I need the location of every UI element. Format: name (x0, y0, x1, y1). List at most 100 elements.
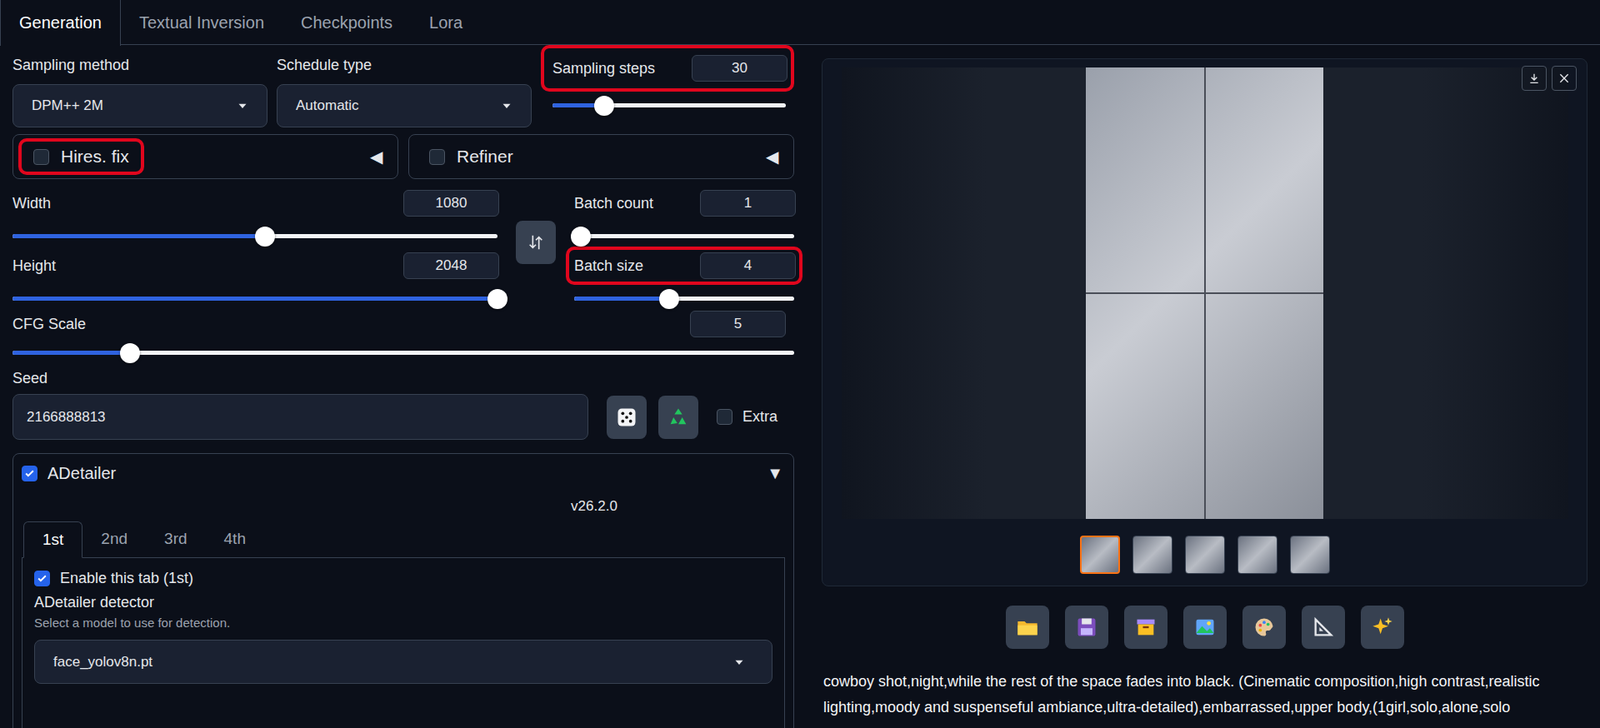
accordion-row: Hires. fix◀Refiner◀ (12, 134, 795, 180)
label: Height (12, 257, 56, 275)
tab-label: 2nd (100, 530, 128, 548)
number-field[interactable]: 5 (690, 310, 786, 338)
save-button[interactable] (1065, 605, 1109, 650)
generation-info: cowboy shot,night,while the rest of the … (821, 669, 1588, 721)
slider-thumb[interactable] (255, 226, 275, 247)
main: Sampling methodDPM++ 2M Schedule type Auto… (0, 45, 1600, 728)
tab[interactable]: Checkpoints (282, 0, 411, 45)
slider-track[interactable] (12, 234, 498, 239)
number-field[interactable]: 1080 (403, 190, 500, 217)
reuse-seed-button[interactable] (658, 395, 699, 440)
checkbox[interactable] (34, 570, 50, 587)
detector-dropdown[interactable]: face_yolov8n.pt (34, 640, 773, 685)
zip-button[interactable] (1124, 605, 1168, 650)
tab-label: Checkpoints (300, 13, 393, 33)
label: Sampling steps (552, 60, 655, 78)
tab-bar: GenerationTextual Inversion Checkpoints Lo… (0, 0, 1600, 45)
extra-toggle[interactable]: Extra (716, 408, 778, 426)
enable-row[interactable]: Enable this tab (1st) (34, 570, 773, 588)
highlight-box: Batch size 4 (565, 246, 803, 285)
output-panel: cowboy shot,night,while the rest of the … (821, 45, 1600, 728)
tab-label: 4th (224, 530, 246, 548)
toggle[interactable]: ◀ (370, 146, 383, 167)
adetailer-header[interactable]: ADetailer ▼ (21, 464, 785, 484)
sampling-steps-group: Sampling steps 30 (540, 45, 795, 108)
palette-icon (1252, 615, 1276, 640)
slider-fill (12, 234, 265, 239)
refiner-accordion[interactable]: Refiner◀ (408, 134, 795, 180)
tab[interactable]: Textual Inversion (120, 0, 283, 45)
send-to-inpaint-button[interactable] (1242, 605, 1286, 650)
label: CFG Scale (12, 315, 86, 334)
slider-fill (12, 350, 130, 355)
tab-label: Lora (429, 13, 463, 33)
highlight-box: Width 1080 (4, 184, 506, 223)
number-field[interactable]: 1 (700, 190, 796, 217)
tab-label: 1st (42, 530, 64, 549)
seed-group: Seed2166888813Extra (12, 370, 795, 440)
checkbox[interactable] (33, 149, 50, 165)
triangle-ruler-icon (1311, 615, 1335, 640)
number-field[interactable]: 4 (700, 252, 796, 280)
dropdown[interactable]: Automatic (276, 84, 532, 128)
checkbox[interactable] (716, 409, 733, 425)
close-button[interactable] (1551, 65, 1577, 91)
download-button[interactable] (1521, 65, 1547, 91)
hires-fix-accordion[interactable]: Hires. fix◀ (12, 134, 399, 180)
slider-track[interactable] (12, 350, 795, 355)
dropdown-value: DPM++ 2M (31, 97, 104, 115)
cfg-header: CFG Scale 5 (12, 310, 795, 338)
highlight-box: Batch count 1 (565, 184, 803, 223)
slider-thumb[interactable] (659, 289, 680, 310)
generated-image[interactable] (1085, 67, 1324, 520)
slider-track[interactable] (574, 234, 795, 239)
thumbnail[interactable] (1237, 535, 1278, 575)
prompt-line: cowboy shot,night,while the rest of the … (823, 669, 1588, 695)
thumbnail[interactable] (1132, 535, 1173, 575)
number-field[interactable]: 2048 (403, 252, 500, 280)
send-to-img2img-button[interactable] (1183, 605, 1227, 650)
tab[interactable]: Lora (410, 0, 481, 45)
label: Enable this tab (1st) (60, 570, 194, 588)
adetailer-title: ADetailer (21, 464, 116, 484)
chevron-down-icon (731, 655, 747, 670)
label: Width (12, 195, 51, 213)
slider-track[interactable] (552, 103, 786, 108)
tab[interactable]: Generation (0, 0, 121, 46)
tab[interactable]: 2nd (82, 521, 146, 558)
open-folder-button[interactable] (1005, 605, 1050, 650)
detector-label: ADetailer detector (34, 594, 773, 612)
tab[interactable]: 1st (23, 521, 83, 559)
slider-fill (574, 296, 670, 301)
label: Batch size (574, 257, 644, 275)
upscale-button[interactable] (1360, 605, 1405, 650)
recycle-icon (666, 405, 690, 430)
slider-thumb[interactable] (570, 226, 591, 247)
label: Schedule type (276, 56, 532, 75)
thumbnail[interactable] (1185, 535, 1225, 575)
send-to-extras-button[interactable] (1301, 605, 1345, 650)
slider-track[interactable] (574, 296, 795, 301)
action-buttons (821, 605, 1588, 650)
toggle[interactable]: ▼ (766, 464, 785, 484)
slider-thumb[interactable] (487, 289, 508, 310)
random-seed-button[interactable] (606, 395, 647, 440)
checkbox[interactable] (21, 465, 38, 482)
tab[interactable]: 3rd (145, 521, 205, 558)
gallery (821, 58, 1588, 587)
adetailer-tab-panel: Enable this tab (1st)ADetailer detectorS… (21, 557, 785, 728)
toggle[interactable]: ◀ (765, 146, 779, 167)
thumbnail[interactable] (1080, 535, 1120, 575)
thumbnail[interactable] (1290, 535, 1330, 575)
number-field[interactable]: 30 (691, 55, 788, 82)
tab[interactable]: 4th (205, 521, 265, 558)
swap-button[interactable] (515, 220, 556, 265)
slider-thumb[interactable] (120, 343, 140, 364)
sampling-method-group: Sampling methodDPM++ 2M (12, 45, 268, 128)
slider-track[interactable] (12, 296, 498, 301)
checkbox[interactable] (429, 149, 445, 165)
label: Batch count (574, 195, 654, 213)
slider-thumb[interactable] (594, 95, 615, 116)
seed-input[interactable]: 2166888813 (12, 394, 589, 440)
dropdown[interactable]: DPM++ 2M (12, 84, 268, 128)
